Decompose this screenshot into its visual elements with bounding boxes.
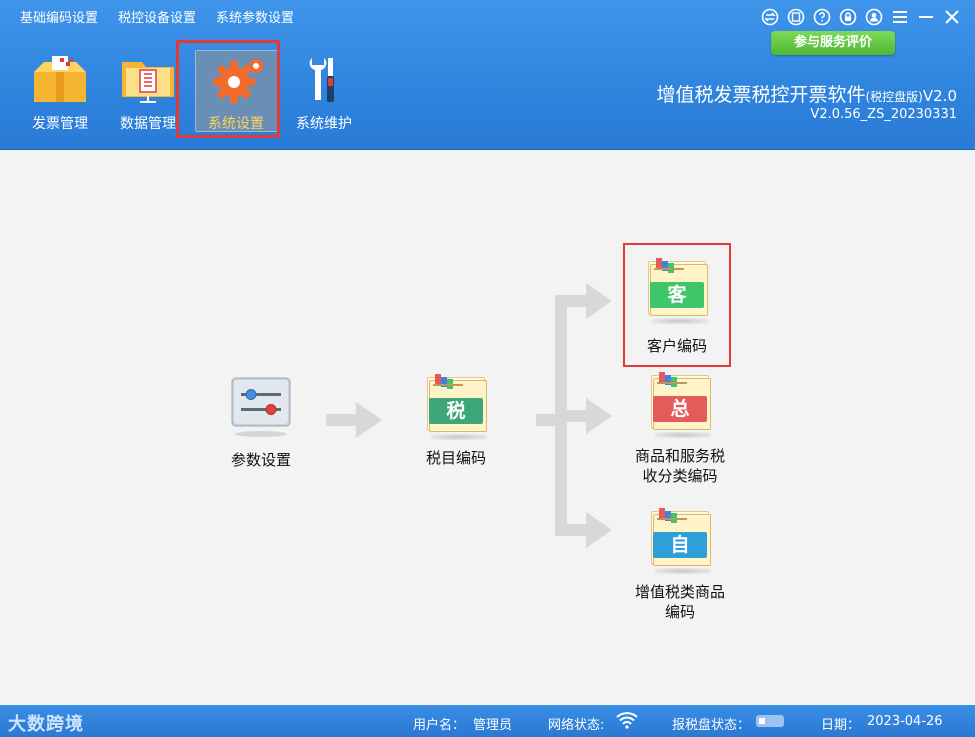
node-customer-code[interactable]: 客 客户编码 [617,258,737,356]
flow-arrows [326,283,612,548]
network-label: 网络状态: [548,718,605,733]
wifi-icon [616,711,638,733]
sliders-icon [231,376,291,438]
date-label: 日期： [821,718,861,733]
tax-book-icon: 税 [425,374,487,440]
node-label: 参数设置 [230,451,291,469]
node-label: 客户编码 [646,337,707,355]
goods-book-icon: 总 [649,372,711,438]
node-label-line1: 商品和服务税 [634,447,725,465]
user-label: 用户名： [413,718,466,733]
node-param-settings[interactable]: 参数设置 [201,376,321,470]
band-char: 总 [653,396,707,422]
node-label-line2: 编码 [664,603,695,621]
band-char: 税 [429,398,483,424]
node-goods-tax-classification[interactable]: 总 商品和服务税 收分类编码 [620,372,740,486]
band-char: 客 [650,282,704,308]
tax-disk-label: 报税盘状态： [672,718,751,733]
node-label-line1: 增值税类商品 [634,583,725,601]
tax-disk-icon [755,713,785,733]
vat-book-icon: 自 [649,508,711,574]
brand-logo: 大数跨境 [8,714,84,735]
band-char: 自 [653,532,707,558]
user-value: 管理员 [473,718,513,733]
customer-book-icon: 客 [646,258,708,324]
node-tax-code[interactable]: 税 税目编码 [396,374,516,468]
date-value: 2023-04-26 [867,714,943,729]
status-bar: 大数跨境 用户名： 管理员 网络状态: 报税盘状态： 日期： 2023-04-2… [0,705,975,737]
node-label-line2: 收分类编码 [642,467,718,485]
node-label: 税目编码 [425,449,486,467]
node-vat-goods-code[interactable]: 自 增值税类商品 编码 [620,508,740,622]
